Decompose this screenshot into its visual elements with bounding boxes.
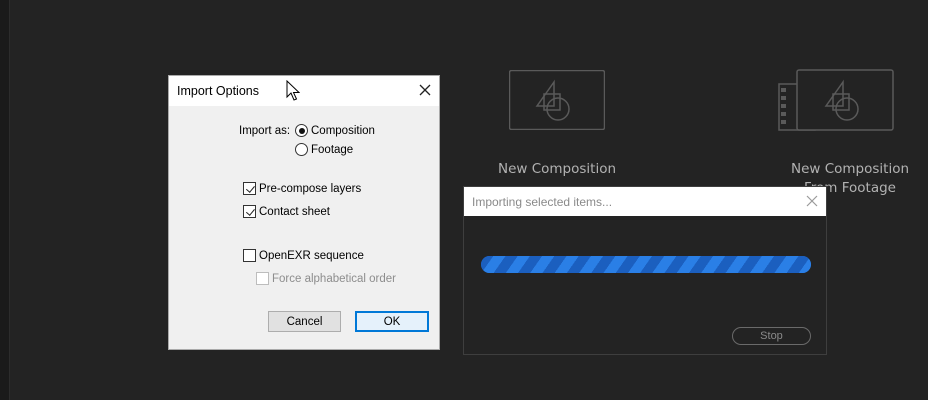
close-icon[interactable]	[416, 81, 434, 99]
radio-composition[interactable]: Composition	[295, 124, 375, 137]
progress-bar	[481, 256, 811, 273]
dialog-title: Import Options	[177, 84, 259, 98]
precompose-layers-checkbox[interactable]: Pre-compose layers	[243, 182, 361, 195]
ok-button[interactable]: OK	[355, 311, 429, 332]
checkbox[interactable]	[243, 182, 256, 195]
cancel-button[interactable]: Cancel	[268, 311, 341, 332]
progress-bar-fill	[481, 256, 811, 273]
import-as-row: Import as:	[239, 125, 290, 137]
close-icon[interactable]	[803, 192, 821, 210]
dialog-titlebar: Import Options	[169, 76, 439, 106]
checkbox[interactable]	[243, 205, 256, 218]
import-options-dialog: Import Options Import as: Composition Fo…	[168, 75, 440, 350]
radio-composition-label[interactable]: Composition	[311, 125, 375, 137]
radio-button[interactable]	[295, 143, 308, 156]
film-strip-icon	[781, 88, 786, 124]
new-composition-icon[interactable]	[509, 70, 605, 130]
radio-button[interactable]	[295, 124, 308, 137]
precompose-layers-label[interactable]: Pre-compose layers	[259, 183, 361, 195]
force-alphabetical-order-checkbox: Force alphabetical order	[256, 272, 396, 285]
radio-footage-label[interactable]: Footage	[311, 144, 353, 156]
new-composition-label[interactable]: New Composition	[470, 160, 644, 179]
stop-button[interactable]: Stop	[732, 327, 811, 345]
checkbox	[256, 272, 269, 285]
progress-title: Importing selected items...	[472, 195, 613, 209]
openexr-sequence-label[interactable]: OpenEXR sequence	[259, 250, 364, 262]
left-panel-edge	[0, 0, 10, 400]
mouse-cursor-icon	[286, 80, 300, 101]
import-as-label: Import as:	[239, 125, 291, 137]
openexr-sequence-checkbox[interactable]: OpenEXR sequence	[243, 249, 364, 262]
progress-titlebar: Importing selected items...	[464, 187, 826, 216]
radio-footage[interactable]: Footage	[295, 143, 353, 156]
new-composition-from-footage-icon[interactable]	[777, 68, 895, 132]
checkbox[interactable]	[243, 249, 256, 262]
import-progress-dialog: Importing selected items... Stop	[463, 186, 827, 355]
force-alphabetical-order-label: Force alphabetical order	[272, 272, 397, 285]
contact-sheet-checkbox[interactable]: Contact sheet	[243, 205, 330, 218]
contact-sheet-label[interactable]: Contact sheet	[259, 206, 330, 218]
